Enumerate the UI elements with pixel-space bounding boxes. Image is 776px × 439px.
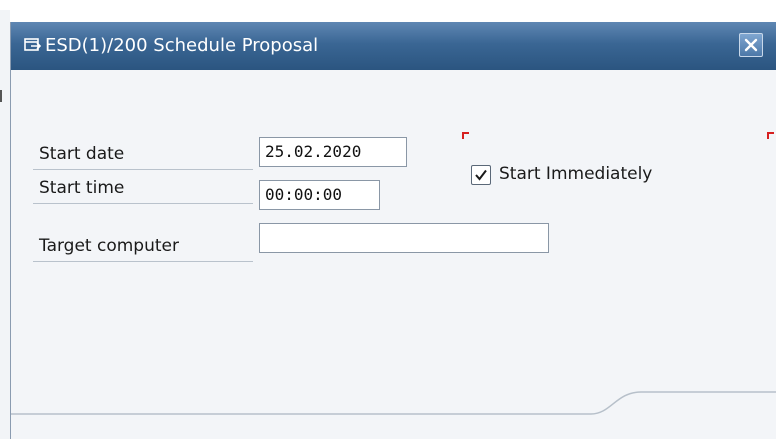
target-computer-field[interactable] — [259, 223, 549, 253]
close-icon — [744, 38, 758, 52]
footer-separator — [11, 391, 776, 415]
checkmark-icon — [475, 169, 487, 181]
group-corner-mark — [767, 132, 774, 139]
start-time-field[interactable]: 00:00:00 — [259, 180, 380, 210]
dialog-title: ESD(1)/200 Schedule Proposal — [45, 35, 319, 56]
row-divider — [33, 203, 253, 204]
start-date-label: Start date — [39, 144, 125, 164]
row-divider — [33, 261, 253, 262]
schedule-proposal-dialog: ESD(1)/200 Schedule Proposal Start date … — [10, 22, 776, 439]
dialog-window-icon — [23, 36, 43, 56]
background-window-marker — [0, 90, 2, 102]
background-window-edge — [0, 10, 10, 439]
dialog-titlebar[interactable]: ESD(1)/200 Schedule Proposal — [11, 22, 776, 70]
group-corner-mark — [462, 132, 469, 139]
target-computer-label: Target computer — [39, 236, 179, 256]
start-immediately-checkbox[interactable] — [471, 165, 491, 185]
row-divider — [33, 169, 253, 170]
close-button[interactable] — [739, 33, 763, 57]
start-date-field[interactable]: 25.02.2020 — [259, 137, 407, 167]
start-time-label: Start time — [39, 178, 125, 198]
start-immediately-label[interactable]: Start Immediately — [499, 164, 652, 184]
